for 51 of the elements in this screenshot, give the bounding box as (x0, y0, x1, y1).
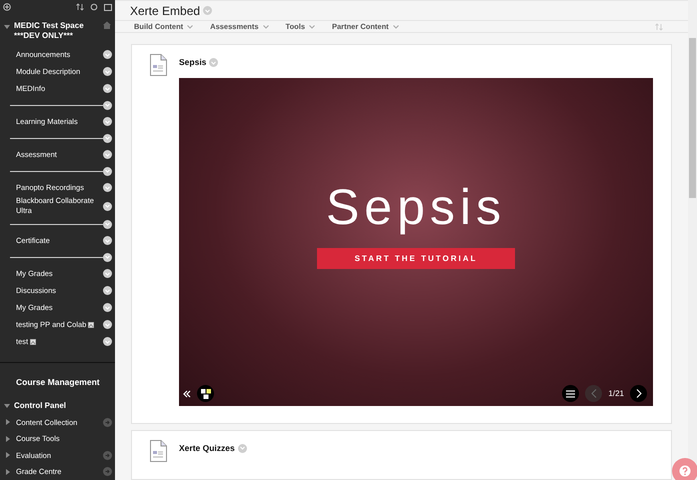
scrollbar[interactable] (688, 0, 697, 480)
options-icon[interactable] (103, 100, 112, 110)
chevron-down-icon (187, 24, 194, 29)
caret-icon[interactable] (4, 24, 10, 30)
chevron-down-icon (392, 24, 399, 29)
options-icon[interactable] (103, 286, 112, 296)
refresh-icon[interactable] (90, 3, 98, 12)
caret-icon[interactable] (5, 468, 11, 475)
course-title[interactable]: MEDIC Test Space ***DEV ONLY*** (14, 21, 99, 42)
options-icon[interactable] (103, 134, 112, 143)
chevron-down-icon (309, 24, 315, 29)
collapse-icon[interactable] (183, 390, 191, 398)
options-icon[interactable] (103, 84, 112, 94)
options-icon[interactable] (103, 252, 112, 262)
options-icon[interactable] (103, 337, 112, 346)
control-panel-link[interactable]: Control Panel (14, 400, 66, 412)
item-title[interactable]: Xerte Quizzes (179, 442, 235, 455)
accessibility-icon[interactable] (197, 385, 214, 402)
options-icon[interactable] (103, 220, 112, 229)
management-heading: Course Management (15, 376, 101, 389)
options-icon[interactable] (103, 202, 112, 211)
sort-icon[interactable] (76, 3, 84, 12)
chevron-down-icon (262, 24, 269, 29)
options-icon[interactable] (103, 150, 112, 160)
options-icon[interactable] (103, 269, 112, 278)
page-title: Xerte Embed (130, 2, 200, 20)
previous-icon[interactable] (585, 385, 602, 402)
page-counter: 1/21 (608, 388, 624, 400)
options-icon[interactable] (103, 303, 112, 312)
caret-icon[interactable] (5, 436, 11, 442)
caret-icon[interactable] (5, 452, 11, 458)
document-icon (150, 440, 167, 462)
tutorial-heading: Sepsis (326, 182, 506, 232)
start-tutorial-button[interactable]: START THE TUTORIAL (317, 248, 515, 269)
menu-icon[interactable] (562, 385, 580, 402)
caret-icon[interactable] (5, 419, 11, 426)
options-icon[interactable] (103, 183, 112, 192)
options-icon[interactable] (103, 117, 112, 126)
options-icon[interactable] (103, 67, 112, 76)
home-icon[interactable] (103, 21, 111, 30)
next-icon[interactable] (630, 385, 647, 402)
caret-icon[interactable] (4, 403, 10, 409)
options-icon[interactable] (103, 320, 112, 330)
question-icon (679, 465, 691, 477)
item-title[interactable]: Sepsis (179, 56, 206, 69)
options-icon[interactable] (103, 166, 112, 176)
options-icon[interactable] (103, 50, 112, 60)
options-icon[interactable] (103, 236, 112, 246)
document-icon (150, 54, 167, 76)
folder-icon[interactable] (104, 3, 112, 12)
add-icon[interactable] (3, 3, 11, 12)
